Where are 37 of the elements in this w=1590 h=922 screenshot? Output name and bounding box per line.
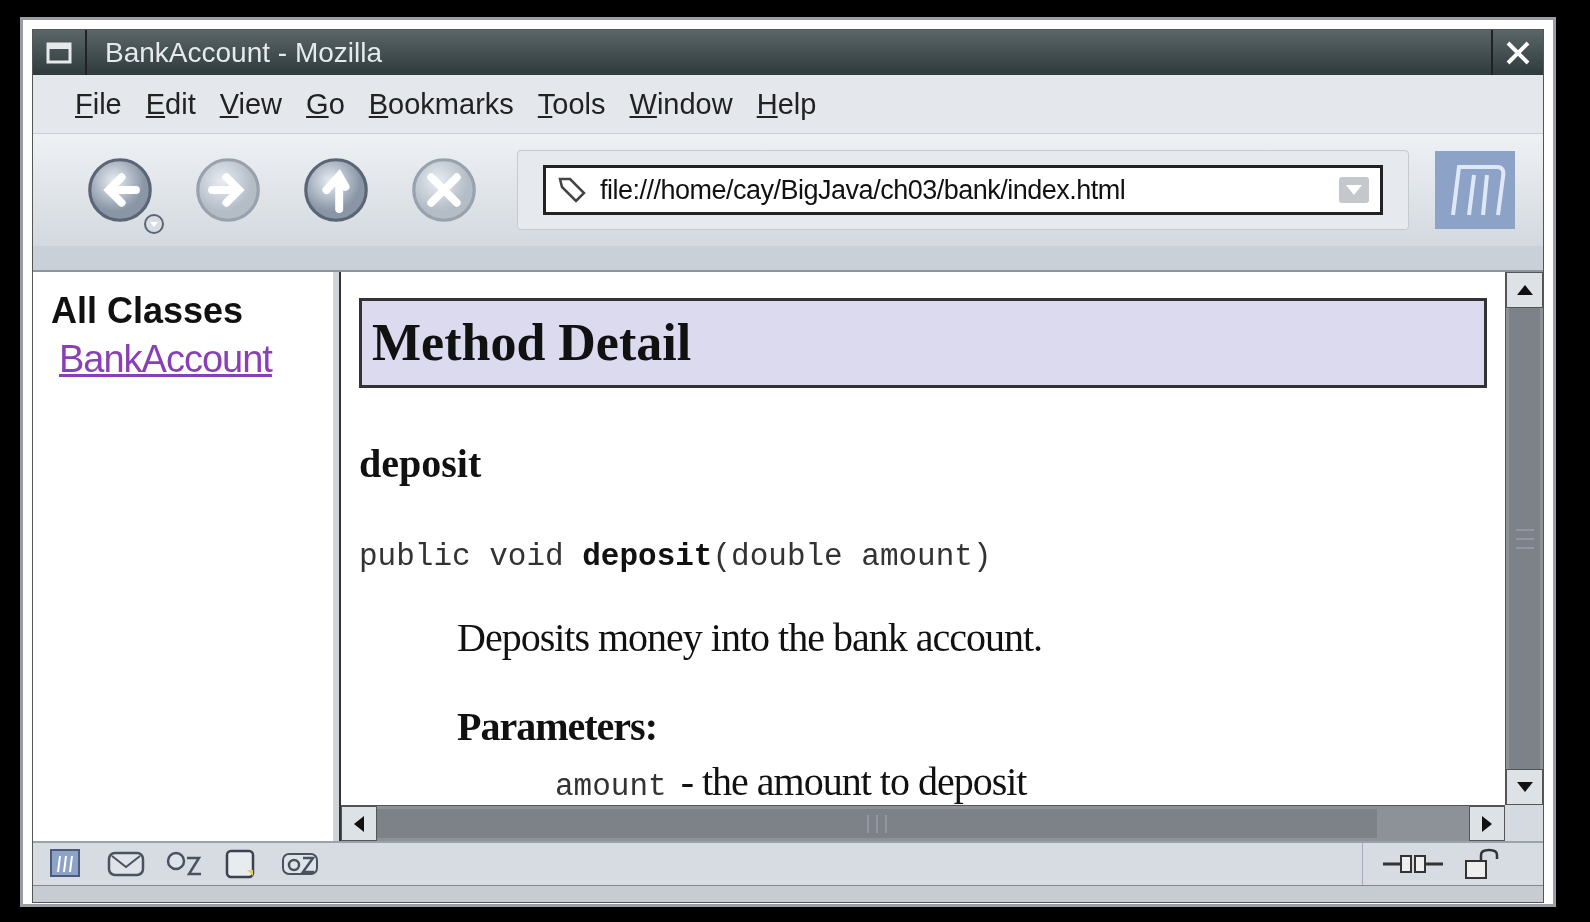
- menu-item[interactable]: Help: [744, 87, 829, 121]
- tag-icon: [556, 175, 588, 205]
- back-button[interactable]: [85, 155, 167, 237]
- window-menu-icon[interactable]: [46, 41, 72, 64]
- method-name: deposit: [359, 440, 483, 487]
- menu-item[interactable]: Tools: [525, 87, 618, 121]
- scroll-down-button[interactable]: [1506, 769, 1543, 805]
- scroll-thumb[interactable]: [377, 809, 1377, 838]
- method-description: Deposits money into the bank account.: [457, 614, 1044, 661]
- down-arrow-icon: [1514, 780, 1535, 794]
- scroll-thumb[interactable]: [1509, 308, 1540, 769]
- menu-item[interactable]: Bookmarks: [356, 87, 526, 121]
- close-icon[interactable]: [1505, 39, 1531, 66]
- up-arrow-icon: [1514, 283, 1535, 297]
- parameter-name: amount: [555, 769, 667, 804]
- parameter-description: - the amount to deposit: [680, 758, 1027, 805]
- horizontal-scrollbar[interactable]: [341, 805, 1505, 841]
- scroll-up-button[interactable]: [1506, 272, 1543, 308]
- menu-item[interactable]: View: [207, 87, 295, 121]
- left-arrow-icon: [352, 813, 366, 834]
- parameters-label: Parameters:: [457, 703, 658, 750]
- dropdown-icon[interactable]: [143, 213, 165, 235]
- menu-item[interactable]: File: [63, 87, 134, 121]
- right-arrow-icon: [1480, 813, 1494, 834]
- sidebar-heading: All Classes: [51, 290, 245, 332]
- address-field[interactable]: file:///home/cay/BigJava/ch03/bank/index.html: [543, 165, 1383, 215]
- menu-item[interactable]: Go: [294, 87, 357, 121]
- class-link[interactable]: BankAccount: [59, 338, 272, 381]
- vertical-scrollbar[interactable]: [1505, 272, 1543, 805]
- cross-icon: [409, 155, 479, 225]
- scroll-left-button[interactable]: [341, 806, 377, 841]
- section-header: Method Detail: [359, 298, 1487, 388]
- window-title: BankAccount - Mozilla: [104, 36, 383, 69]
- method-signature: public void deposit(double amount): [359, 539, 993, 574]
- menu-item[interactable]: Edit: [133, 87, 208, 121]
- scroll-right-button[interactable]: [1469, 806, 1505, 841]
- menu-item[interactable]: Window: [617, 87, 745, 121]
